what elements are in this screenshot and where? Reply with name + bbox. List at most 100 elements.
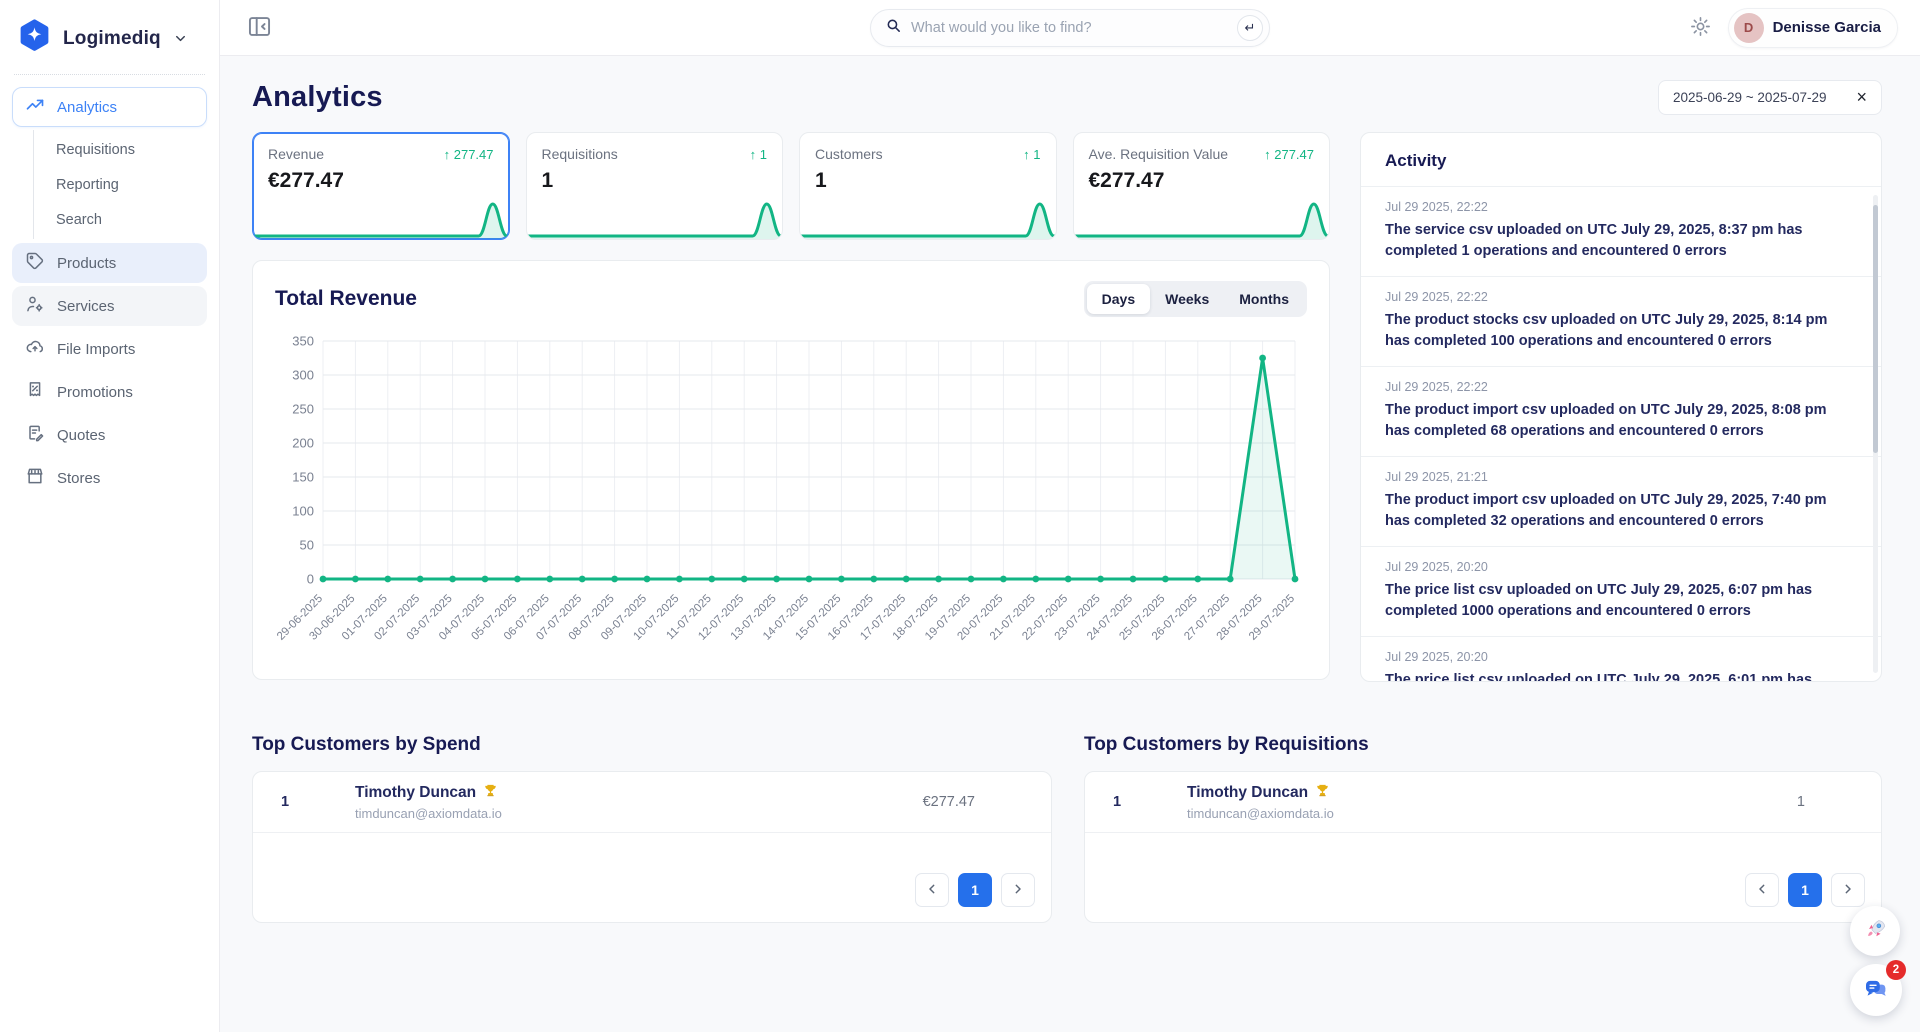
prev-page-button[interactable]	[915, 873, 949, 907]
svg-text:0: 0	[307, 572, 314, 587]
svg-text:100: 100	[292, 504, 314, 519]
activity-item: Jul 29 2025, 22:22 The service csv upload…	[1361, 187, 1881, 277]
close-icon: ×	[1856, 87, 1867, 107]
sidebar-item-stores[interactable]: Stores	[12, 458, 207, 498]
sidebar-item-reporting[interactable]: Reporting	[34, 167, 207, 202]
date-range-filter[interactable]: 2025-06-29 ~ 2025-07-29 ×	[1658, 80, 1882, 115]
stat-card-requisitions[interactable]: Requisitions↑ 11	[526, 132, 784, 240]
topbar-right: D Denisse Garcia	[1689, 8, 1898, 48]
page-1-button[interactable]: 1	[958, 873, 992, 907]
sidebar-item-label: Quotes	[57, 427, 105, 444]
search-submit-button[interactable]: ↵	[1237, 15, 1263, 41]
chevron-right-icon	[1840, 881, 1856, 900]
sidebar-item-label: Services	[57, 298, 115, 315]
chat-unread-badge: 2	[1886, 960, 1906, 980]
tab-days[interactable]: Days	[1087, 284, 1150, 314]
activity-title: Activity	[1361, 133, 1881, 187]
rocket-icon	[1862, 916, 1889, 946]
activity-message: The price list csv uploaded on UTC July …	[1385, 580, 1851, 622]
sidebar-item-promotions[interactable]: Promotions	[12, 372, 207, 412]
collapse-sidebar-button[interactable]	[246, 13, 273, 43]
tab-months[interactable]: Months	[1224, 284, 1304, 314]
next-page-button[interactable]	[1831, 873, 1865, 907]
stat-label: Revenue	[268, 146, 324, 162]
document-pencil-icon	[25, 423, 45, 447]
user-menu[interactable]: D Denisse Garcia	[1728, 8, 1898, 48]
total-revenue-title: Total Revenue	[275, 287, 417, 311]
activity-message: The product import csv uploaded on UTC J…	[1385, 400, 1851, 442]
up-arrow-icon: ↑	[750, 147, 757, 162]
pagination: 1	[1085, 873, 1881, 922]
activity-item: Jul 29 2025, 20:20The price list csv upl…	[1361, 637, 1881, 682]
sidebar-item-file-imports[interactable]: File Imports	[12, 329, 207, 369]
clear-date-range-button[interactable]: ×	[1856, 91, 1867, 104]
up-arrow-icon: ↑	[444, 147, 451, 162]
activity-item: Jul 29 2025, 22:22 The product import csv…	[1361, 367, 1881, 457]
collapse-sidebar-icon	[246, 13, 273, 43]
sidebar-item-analytics[interactable]: Analytics	[12, 87, 207, 127]
brand-logo-icon	[16, 18, 53, 60]
settings-button[interactable]	[1689, 15, 1712, 41]
global-search: ↵	[870, 9, 1270, 47]
chat-widget-button[interactable]: 2	[1850, 964, 1902, 1016]
stat-card-revenue[interactable]: Revenue↑ 277.47€277.47	[252, 132, 510, 240]
next-page-button[interactable]	[1001, 873, 1035, 907]
sidebar-item-requisitions[interactable]: Requisitions	[34, 132, 207, 167]
rank-cell: 1	[281, 794, 355, 810]
search-icon	[885, 17, 902, 39]
customer-name-link[interactable]: Timothy Duncan	[355, 783, 502, 803]
stat-value: €277.47	[268, 169, 494, 193]
page-1-button[interactable]: 1	[1788, 873, 1822, 907]
whats-new-button[interactable]	[1850, 906, 1900, 956]
sidebar-subnav: RequisitionsReportingSearch	[33, 130, 207, 239]
brand[interactable]: Logimediq	[12, 10, 207, 74]
date-range-value: 2025-06-29 ~ 2025-07-29	[1673, 90, 1827, 105]
sidebar-nav: AnalyticsRequisitionsReportingSearchProd…	[12, 87, 207, 498]
chevron-down-icon	[173, 31, 188, 51]
sidebar-item-label: Analytics	[57, 99, 117, 116]
sidebar-item-label: Stores	[57, 470, 100, 487]
svg-text:250: 250	[292, 402, 314, 417]
svg-text:200: 200	[292, 436, 314, 451]
table-title: Top Customers by Spend	[252, 734, 1052, 756]
table-card: 1Timothy Duncan timduncan@axiomdata.io€2…	[252, 771, 1052, 923]
trophy-icon	[483, 783, 498, 803]
svg-text:150: 150	[292, 470, 314, 485]
activity-scrollbar-thumb[interactable]	[1873, 205, 1878, 454]
sidebar-item-quotes[interactable]: Quotes	[12, 415, 207, 455]
svg-text:350: 350	[292, 334, 314, 349]
activity-timestamp: Jul 29 2025, 22:22	[1385, 380, 1851, 394]
table-top-customers-by-requisitions: Top Customers by Requisitions1Timothy Du…	[1084, 734, 1882, 923]
table-row: 1Timothy Duncan timduncan@axiomdata.io€2…	[253, 772, 1051, 833]
content: Analytics 2025-06-29 ~ 2025-07-29 × Reve…	[220, 56, 1920, 1032]
revenue-line-chart: 05010015020025030035029-06-202530-06-202…	[275, 327, 1309, 663]
total-revenue-chart: 05010015020025030035029-06-202530-06-202…	[275, 327, 1307, 668]
customer-name-link[interactable]: Timothy Duncan	[1187, 783, 1334, 803]
activity-timestamp: Jul 29 2025, 22:22	[1385, 290, 1851, 304]
sidebar: Logimediq Analytics RequisitionsReporting…	[0, 0, 220, 1032]
gear-icon	[1689, 15, 1712, 41]
table-top-customers-by-spend: Top Customers by Spend 1Timothy Duncan ti…	[252, 734, 1052, 923]
activity-message: The product import csv uploaded on UTC J…	[1385, 490, 1851, 532]
table-row: 1Timothy Duncan timduncan@axiomdata.io1	[1085, 772, 1881, 833]
activity-message: The service csv uploaded on UTC July 29,…	[1385, 220, 1851, 262]
sidebar-item-search[interactable]: Search	[34, 202, 207, 237]
left-column: Revenue↑ 277.47€277.47Requisitions↑ 11Cu…	[252, 132, 1330, 682]
chat-bubbles-icon	[1861, 974, 1891, 1007]
search-input[interactable]	[911, 20, 1237, 36]
stat-label: Requisitions	[542, 146, 618, 162]
chevron-right-icon	[1010, 881, 1026, 900]
stat-card-customers[interactable]: Customers↑ 11	[799, 132, 1057, 240]
user-name: Denisse Garcia	[1773, 19, 1881, 36]
chevron-left-icon	[924, 881, 940, 900]
activity-timestamp: Jul 29 2025, 22:22	[1385, 200, 1851, 214]
sidebar-item-products[interactable]: Products	[12, 243, 207, 283]
svg-text:50: 50	[300, 538, 314, 553]
tab-weeks[interactable]: Weeks	[1150, 284, 1224, 314]
sidebar-item-services[interactable]: Services	[12, 286, 207, 326]
activity-item: Jul 29 2025, 22:22 The product stocks csv…	[1361, 277, 1881, 367]
activity-message: The product stocks csv uploaded on UTC J…	[1385, 310, 1851, 352]
activity-scrollbar[interactable]	[1873, 195, 1878, 673]
stat-card-ave-requisition-value[interactable]: Ave. Requisition Value↑ 277.47€277.47	[1073, 132, 1331, 240]
prev-page-button[interactable]	[1745, 873, 1779, 907]
